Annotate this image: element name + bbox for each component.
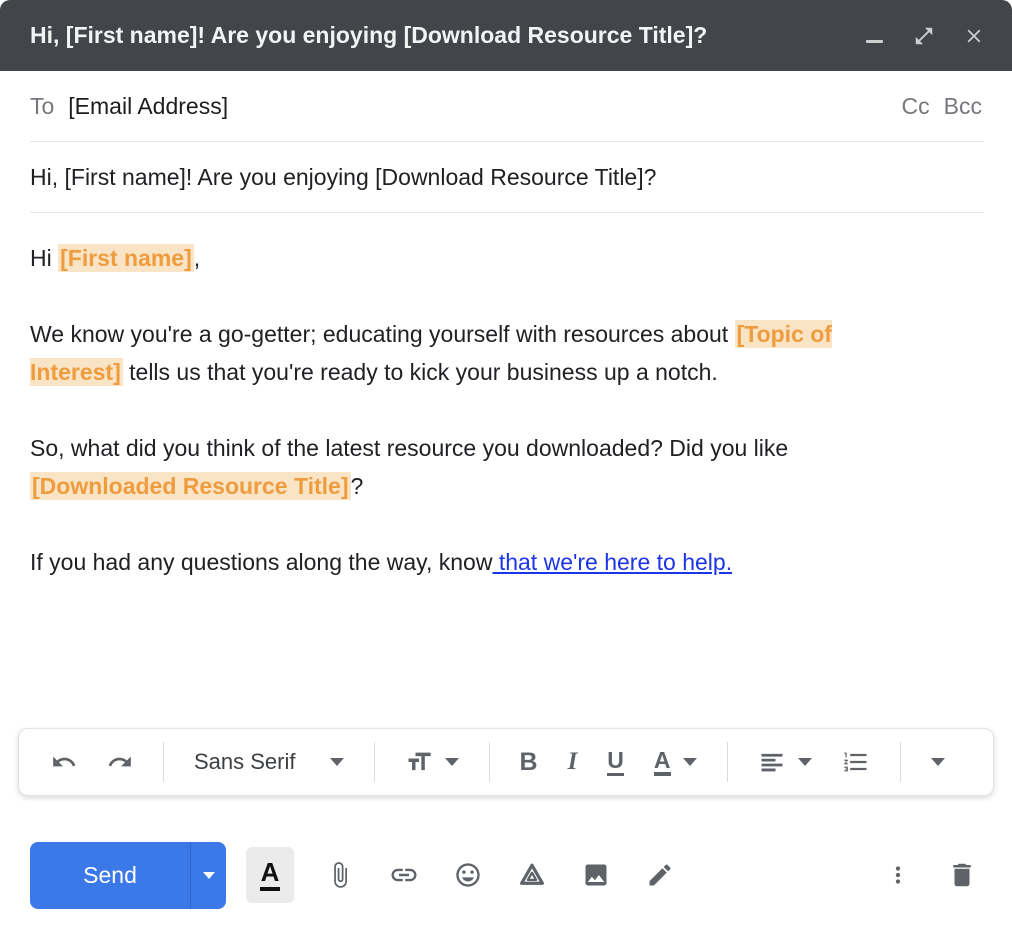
subject-field[interactable]: Hi, [First name]! Are you enjoying [Down…: [30, 164, 656, 191]
pen-icon: [649, 864, 671, 886]
send-options-button[interactable]: [190, 841, 226, 909]
drive-icon: [520, 863, 544, 885]
chevron-down-icon: [202, 871, 215, 879]
body-text: If you had any questions along the way, …: [30, 549, 493, 575]
toolbar-divider: [488, 742, 490, 782]
chevron-down-icon: [329, 758, 344, 766]
formatting-options-toggle[interactable]: A: [246, 847, 294, 903]
expand-icon: [915, 27, 933, 44]
trash-icon: [953, 863, 971, 887]
insert-emoji-button[interactable]: [436, 847, 500, 903]
minimize-button[interactable]: [862, 24, 886, 48]
text-formatting-icon: A: [259, 859, 281, 891]
more-formatting-button[interactable]: [923, 754, 953, 770]
toolbar-divider: [163, 742, 164, 782]
toolbar-divider: [726, 742, 728, 782]
body-link[interactable]: that we're here to help.: [492, 549, 732, 575]
text-color-button[interactable]: A: [646, 744, 705, 780]
numbered-list-button[interactable]: [834, 744, 878, 780]
underline-button[interactable]: U: [599, 744, 632, 779]
chevron-down-icon: [444, 758, 459, 766]
to-field[interactable]: [Email Address]: [68, 93, 901, 120]
insert-photo-button[interactable]: [564, 847, 628, 903]
align-left-icon: [761, 753, 783, 772]
merge-field: [Downloaded Resource Title]: [30, 472, 351, 500]
more-options-button[interactable]: [878, 847, 918, 903]
send-button[interactable]: Send: [30, 841, 190, 909]
font-family-select[interactable]: Sans Serif: [186, 749, 352, 775]
body-paragraph: We know you're a go-getter; educating yo…: [30, 315, 920, 391]
toolbar-divider: [899, 742, 901, 782]
window-controls: [862, 24, 986, 48]
underline-icon: U: [607, 748, 624, 776]
insert-link-button[interactable]: [372, 847, 436, 903]
more-formatting-icon: [930, 758, 945, 766]
compose-titlebar: Hi, [First name]! Are you enjoying [Down…: [0, 0, 1012, 71]
recipients-row[interactable]: To [Email Address] Cc Bcc: [0, 71, 1012, 141]
toolbar-divider: [373, 742, 375, 782]
body-text: So, what did you think of the latest res…: [30, 435, 789, 461]
italic-icon: I: [567, 748, 578, 775]
send-split-button: Send: [30, 841, 226, 909]
to-label: To: [30, 92, 55, 119]
insert-signature-button[interactable]: [628, 847, 692, 903]
attach-icon: [334, 862, 347, 888]
bold-button[interactable]: B: [512, 744, 546, 781]
numbered-list-icon: [843, 752, 867, 772]
chevron-down-icon: [682, 757, 697, 766]
formatting-toolbar: Sans Serif B I U A: [18, 728, 994, 796]
body-text: ?: [350, 473, 364, 499]
italic-button[interactable]: I: [560, 744, 586, 780]
close-icon: [967, 29, 981, 42]
font-size-icon: [408, 752, 431, 771]
insert-from-drive-button[interactable]: [500, 847, 564, 903]
font-family-value: Sans Serif: [194, 749, 296, 774]
align-button[interactable]: [750, 744, 820, 780]
undo-button[interactable]: [43, 745, 85, 779]
redo-icon: [108, 756, 131, 767]
body-paragraph: Hi [First name],: [30, 239, 920, 277]
insert-icons-group: [308, 847, 692, 903]
body-text: Hi: [30, 245, 59, 271]
body-text: ,: [193, 245, 201, 271]
compose-window: Hi, [First name]! Are you enjoying [Down…: [0, 0, 1012, 932]
action-bar-right: [878, 847, 984, 903]
bold-icon: B: [519, 747, 538, 776]
emoji-icon: [456, 863, 480, 887]
body-text: tells us that you're ready to kick your …: [122, 359, 718, 385]
font-size-select[interactable]: [397, 744, 467, 780]
compose-title: Hi, [First name]! Are you enjoying [Down…: [30, 22, 708, 48]
discard-draft-button[interactable]: [940, 847, 984, 903]
message-body[interactable]: Hi [First name], We know you're a go-gett…: [0, 213, 980, 581]
redo-button[interactable]: [99, 745, 141, 779]
bcc-toggle[interactable]: Bcc: [944, 93, 982, 120]
undo-icon: [53, 756, 76, 767]
insert-photo-icon: [585, 864, 607, 886]
more-options-icon: [895, 866, 901, 884]
text-color-icon: A: [653, 748, 671, 777]
merge-field: [First name]: [58, 244, 194, 272]
body-text: We know you're a go-getter; educating yo…: [30, 321, 735, 347]
subject-row[interactable]: Hi, [First name]! Are you enjoying [Down…: [0, 142, 1012, 212]
chevron-down-icon: [797, 758, 812, 766]
minimize-icon: [865, 40, 883, 43]
insert-link-icon: [391, 868, 417, 882]
close-button[interactable]: [962, 24, 986, 48]
attach-files-button[interactable]: [308, 847, 372, 903]
body-paragraph: If you had any questions along the way, …: [30, 543, 920, 581]
cc-toggle[interactable]: Cc: [902, 93, 930, 120]
action-bar: Send A: [30, 841, 984, 909]
body-paragraph: So, what did you think of the latest res…: [30, 429, 920, 505]
expand-button[interactable]: [912, 24, 936, 48]
